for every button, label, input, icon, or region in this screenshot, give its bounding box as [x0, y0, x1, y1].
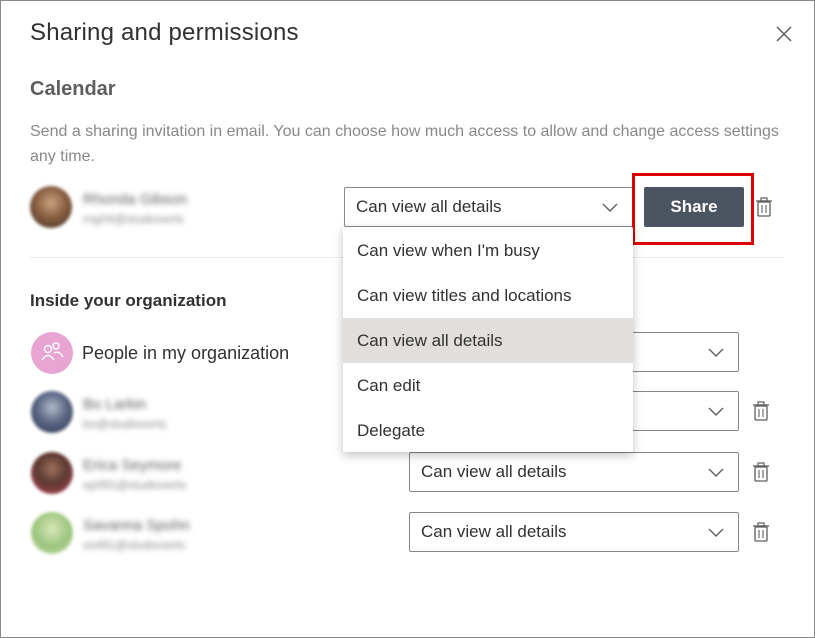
member-name: Erica Seymore: [83, 457, 182, 474]
member-permission-value: Can view all details: [421, 462, 567, 481]
sharing-description: Send a sharing invitation in email. You …: [30, 123, 779, 165]
group-avatar: [31, 332, 73, 374]
member-avatar: [31, 512, 73, 554]
member-email: ep091@studioverts: [83, 478, 187, 492]
invitee-email: rng04@studioverts: [83, 212, 184, 226]
chevron-down-icon: [708, 468, 724, 477]
remove-member-button[interactable]: [751, 521, 771, 543]
trash-icon: [753, 462, 769, 482]
calendar-section-title: Calendar: [30, 78, 116, 100]
member-name: Savanna Spohn: [83, 517, 190, 534]
invitee-avatar: [30, 186, 72, 228]
org-section-title: Inside your organization: [30, 291, 227, 310]
option-delegate[interactable]: Delegate: [343, 408, 633, 453]
option-titles-locations[interactable]: Can view titles and locations: [343, 273, 633, 318]
chevron-down-icon: [708, 348, 724, 357]
remove-invitee-button[interactable]: [754, 196, 774, 218]
trash-icon: [756, 197, 772, 217]
member-avatar: [31, 391, 73, 433]
member-permission-value: Can view all details: [421, 522, 567, 541]
trash-icon: [753, 522, 769, 542]
option-edit[interactable]: Can edit: [343, 363, 633, 408]
member-name: Bo Larkin: [83, 396, 147, 413]
close-button[interactable]: [771, 21, 797, 47]
dialog-title: Sharing and permissions: [30, 19, 299, 46]
member-email: bo@studioverts: [83, 417, 167, 431]
member-permission-select[interactable]: Can view all details: [409, 452, 739, 492]
remove-member-button[interactable]: [751, 461, 771, 483]
member-avatar: [31, 452, 73, 494]
share-button[interactable]: Share: [644, 187, 744, 227]
group-label: People in my organization: [82, 343, 290, 363]
invitee-name: Rhonda Gibson: [83, 191, 188, 208]
member-email: ss481@studioverts: [83, 538, 186, 552]
invite-permission-select[interactable]: Can view all details: [344, 187, 633, 227]
member-permission-select[interactable]: Can view all details: [409, 512, 739, 552]
close-icon: [776, 26, 792, 42]
invite-permission-value: Can view all details: [356, 197, 502, 216]
option-all-details[interactable]: Can view all details: [343, 318, 633, 363]
chevron-down-icon: [708, 528, 724, 537]
chevron-down-icon: [708, 407, 724, 416]
trash-icon: [753, 401, 769, 421]
sharing-dialog: Sharing and permissions Calendar Send a …: [0, 0, 815, 638]
permission-dropdown-menu: Can view when I'm busy Can view titles a…: [343, 227, 633, 452]
option-busy[interactable]: Can view when I'm busy: [343, 228, 633, 273]
chevron-down-icon: [602, 203, 618, 212]
people-icon: [41, 342, 64, 361]
remove-member-button[interactable]: [751, 400, 771, 422]
